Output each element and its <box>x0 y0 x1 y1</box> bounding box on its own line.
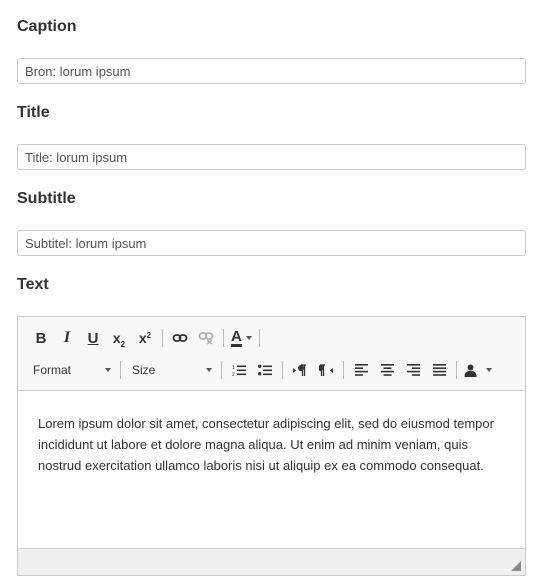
align-left-icon <box>354 364 368 376</box>
rtl-button[interactable] <box>313 357 339 383</box>
rich-text-editor: B I U x2 x2 A Format Size 1 2 Lorem ipsu… <box>17 316 526 576</box>
toolbar-separator <box>282 361 283 379</box>
svg-text:1: 1 <box>232 365 235 371</box>
bulleted-list-button[interactable] <box>252 357 278 383</box>
bold-icon: B <box>35 329 47 347</box>
text-label: Text <box>17 276 49 293</box>
subscript-button[interactable]: x2 <box>106 325 132 351</box>
justify-icon <box>432 364 446 376</box>
caption-label: Caption <box>17 18 77 35</box>
italic-button[interactable]: I <box>54 325 80 351</box>
numbered-list-icon: 12 <box>232 365 246 377</box>
bold-button[interactable]: B <box>28 325 54 351</box>
ltr-button[interactable] <box>287 357 313 383</box>
editor-statusbar <box>18 548 525 575</box>
size-dropdown[interactable]: Size <box>127 357 217 383</box>
insert-person-button[interactable] <box>461 357 495 383</box>
person-icon <box>464 364 477 377</box>
chevron-down-icon <box>206 368 212 372</box>
toolbar-separator <box>343 361 344 379</box>
toolbar-row-2: Format Size 12 <box>28 357 495 383</box>
text-color-button[interactable]: A <box>228 325 255 351</box>
title-input[interactable] <box>17 144 526 170</box>
svg-text:2: 2 <box>232 372 235 377</box>
underline-button[interactable]: U <box>80 325 106 351</box>
ltr-icon <box>293 363 306 376</box>
toolbar-separator <box>120 361 121 379</box>
toolbar-separator <box>223 329 224 347</box>
size-label: Size <box>132 363 156 377</box>
toolbar-separator <box>221 361 222 379</box>
toolbar-row-1: B I U x2 x2 A <box>28 325 264 351</box>
numbered-list-button[interactable]: 12 <box>226 357 252 383</box>
toolbar-separator <box>456 361 457 379</box>
editor-toolbar: B I U x2 x2 A Format Size 1 2 <box>18 317 525 391</box>
chevron-down-icon <box>486 368 492 372</box>
unlink-button[interactable] <box>193 325 219 351</box>
subscript-icon: x2 <box>112 330 126 349</box>
format-dropdown[interactable]: Format <box>28 357 116 383</box>
link-button[interactable] <box>167 325 193 351</box>
resize-handle-icon[interactable] <box>511 561 521 571</box>
chevron-down-icon <box>245 336 252 340</box>
title-label: Title <box>17 104 50 121</box>
italic-icon: I <box>63 329 71 346</box>
editor-content[interactable]: Lorem ipsum dolor sit amet, consectetur … <box>18 391 525 548</box>
format-label: Format <box>33 363 72 377</box>
chevron-down-icon <box>105 368 111 372</box>
unlink-icon <box>198 332 214 345</box>
caption-input[interactable] <box>17 58 526 84</box>
toolbar-separator <box>162 329 163 347</box>
superscript-icon: x2 <box>138 330 152 346</box>
toolbar-separator <box>258 329 260 347</box>
subtitle-input[interactable] <box>17 230 526 256</box>
bulleted-list-icon <box>258 364 272 375</box>
align-right-button[interactable] <box>400 357 426 383</box>
rtl-icon <box>319 363 333 376</box>
align-left-button[interactable] <box>348 357 374 383</box>
align-right-icon <box>406 364 420 376</box>
link-icon <box>172 334 188 342</box>
align-center-icon <box>380 364 394 376</box>
align-center-button[interactable] <box>374 357 400 383</box>
justify-button[interactable] <box>426 357 452 383</box>
text-color-icon: A <box>231 327 242 347</box>
underline-icon: U <box>87 329 99 347</box>
subtitle-label: Subtitle <box>17 190 76 207</box>
superscript-button[interactable]: x2 <box>132 325 158 351</box>
